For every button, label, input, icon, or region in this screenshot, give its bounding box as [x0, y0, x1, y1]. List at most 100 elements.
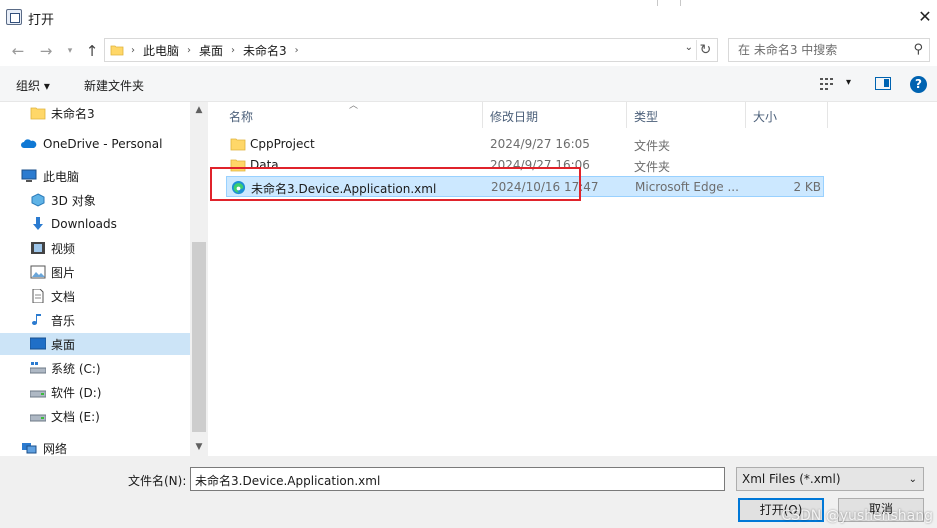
help-icon[interactable]: ?	[910, 76, 927, 93]
nav-item-label: 音乐	[51, 313, 76, 328]
column-divider[interactable]	[827, 102, 828, 128]
breadcrumb-desktop[interactable]: 桌面	[199, 42, 223, 59]
nav-item-label: 图片	[51, 265, 76, 280]
document-icon	[32, 289, 44, 303]
chevron-down-icon[interactable]: ⌄	[195, 474, 718, 485]
breadcrumb-current-folder[interactable]: 未命名3	[243, 42, 287, 59]
address-bar[interactable]: › 此电脑 › 桌面 › 未命名3 › ⌄ ↻	[104, 38, 718, 62]
chevron-right-icon[interactable]: ›	[231, 45, 235, 56]
organize-menu-button[interactable]: 组织 ▾	[16, 77, 50, 94]
nav-item-drive-d[interactable]: 软件 (D:)	[0, 381, 190, 403]
scrollbar-thumb[interactable]	[192, 242, 206, 432]
view-dropdown-icon[interactable]: ▾	[846, 77, 851, 88]
preview-pane-icon[interactable]	[875, 77, 891, 90]
nav-item-music[interactable]: 音乐	[0, 309, 190, 331]
nav-item-label: OneDrive - Personal	[43, 137, 163, 151]
chevron-right-icon[interactable]: ›	[295, 45, 299, 56]
nav-item-label: 视频	[51, 241, 76, 256]
nav-item-label: 桌面	[51, 337, 76, 352]
scroll-up-icon[interactable]: ▲	[190, 102, 208, 119]
network-icon	[22, 443, 37, 454]
chevron-right-icon[interactable]: ›	[131, 45, 135, 56]
nav-item-this-pc[interactable]: 此电脑	[0, 165, 190, 187]
column-header-name[interactable]: 名称	[229, 102, 253, 128]
nav-item-label: Downloads	[51, 217, 117, 231]
nav-item-desktop[interactable]: 桌面	[0, 333, 190, 355]
nav-item-label: 未命名3	[51, 106, 95, 121]
close-icon[interactable]: ✕	[917, 0, 933, 36]
chevron-right-icon[interactable]: ›	[187, 45, 191, 56]
file-size: 2 KB	[793, 180, 821, 194]
nav-item-label: 网络	[43, 441, 68, 456]
breadcrumb: › 此电脑 › 桌面 › 未命名3 ›	[131, 39, 307, 61]
folder-icon	[30, 107, 46, 120]
search-input[interactable]	[729, 39, 899, 61]
search-icon[interactable]: ⚲	[913, 42, 923, 57]
annotation-highlight-box	[210, 167, 581, 201]
scroll-down-icon[interactable]: ▼	[190, 439, 208, 456]
nav-item-pictures[interactable]: 图片	[0, 261, 190, 283]
forward-arrow-icon[interactable]: →	[36, 41, 56, 61]
nav-item-drive-e[interactable]: 文档 (E:)	[0, 405, 190, 427]
download-icon	[33, 217, 43, 230]
desktop-icon	[30, 337, 46, 350]
titlebar-divider	[657, 0, 658, 6]
refresh-icon[interactable]: ↻	[696, 40, 714, 60]
drive-icon	[30, 414, 46, 422]
file-type-filter-value[interactable]: Xml Files (*.xml)	[742, 472, 841, 486]
search-box[interactable]: ⚲	[728, 38, 930, 62]
command-toolbar: 组织 ▾ 新建文件夹 ▾ ?	[0, 66, 937, 102]
column-header-size[interactable]: 大小	[753, 102, 777, 128]
dialog-app-icon	[6, 9, 22, 25]
column-divider[interactable]	[626, 102, 627, 128]
file-row[interactable]: CppProject 2024/9/27 16:05 文件夹	[226, 134, 824, 155]
3d-objects-icon	[31, 193, 45, 207]
file-type: Microsoft Edge ...	[635, 180, 739, 194]
filename-input[interactable]: 未命名3.Device.Application.xml ⌄	[190, 467, 725, 491]
column-divider[interactable]	[482, 102, 483, 128]
breadcrumb-this-pc[interactable]: 此电脑	[143, 42, 179, 59]
nav-item-label: 软件 (D:)	[51, 385, 102, 400]
back-arrow-icon[interactable]: ←	[8, 41, 28, 61]
folder-icon	[110, 45, 124, 56]
chevron-down-icon[interactable]: ⌄	[685, 42, 693, 53]
picture-icon	[30, 265, 46, 279]
navpane-scrollbar[interactable]: ▲ ▼	[190, 102, 208, 456]
nav-item-network[interactable]: 网络	[0, 437, 190, 456]
column-header-date[interactable]: 修改日期	[490, 102, 538, 128]
nav-item-documents[interactable]: 文档	[0, 285, 190, 307]
file-list: ︿ 名称 修改日期 类型 大小 CppProject 2024/9/27 16:…	[208, 101, 937, 456]
dialog-title: 打开	[28, 13, 55, 28]
new-folder-button[interactable]: 新建文件夹	[84, 77, 144, 94]
nav-item-videos[interactable]: 视频	[0, 237, 190, 259]
dialog-footer: 文件名(N): 未命名3.Device.Application.xml ⌄ Xm…	[0, 456, 937, 528]
nav-item-drive-c[interactable]: 系统 (C:)	[0, 357, 190, 379]
nav-item-onedrive[interactable]: OneDrive - Personal	[0, 133, 190, 155]
nav-item-label: 此电脑	[43, 169, 80, 184]
nav-item-label: 文档	[51, 289, 76, 304]
file-type: 文件夹	[634, 160, 671, 174]
sort-ascending-icon: ︿	[349, 101, 359, 111]
nav-item-label: 系统 (C:)	[51, 361, 101, 376]
up-arrow-icon[interactable]: ↑	[82, 41, 102, 61]
recent-chevron-icon[interactable]: ▾	[60, 41, 80, 61]
column-divider[interactable]	[745, 102, 746, 128]
file-type-filter-select[interactable]: Xml Files (*.xml) ⌄	[736, 467, 924, 491]
nav-item-label: 3D 对象	[51, 193, 96, 208]
nav-item-current-folder[interactable]: 未命名3	[0, 102, 190, 124]
navigation-pane: 未命名3 OneDrive - Personal 此电脑 3D 对象 Downl…	[0, 102, 208, 456]
chevron-down-icon[interactable]: ⌄	[909, 474, 917, 485]
title-bar: 打开 ✕	[0, 0, 937, 36]
file-type: 文件夹	[634, 139, 671, 153]
file-date: 2024/9/27 16:05	[490, 137, 590, 151]
folder-icon	[230, 138, 246, 151]
drive-c-icon	[30, 362, 46, 374]
cloud-icon	[21, 139, 37, 148]
drive-icon	[30, 390, 46, 398]
watermark-text: CSDN @yushenshang	[781, 508, 933, 524]
nav-item-3d-objects[interactable]: 3D 对象	[0, 189, 190, 211]
view-options-icon[interactable]	[820, 77, 836, 91]
nav-item-downloads[interactable]: Downloads	[0, 213, 190, 235]
column-header-type[interactable]: 类型	[634, 102, 658, 128]
navigation-row: ← → ▾ ↑ › 此电脑 › 桌面 › 未命名3 › ⌄ ↻ ⚲	[0, 36, 937, 66]
